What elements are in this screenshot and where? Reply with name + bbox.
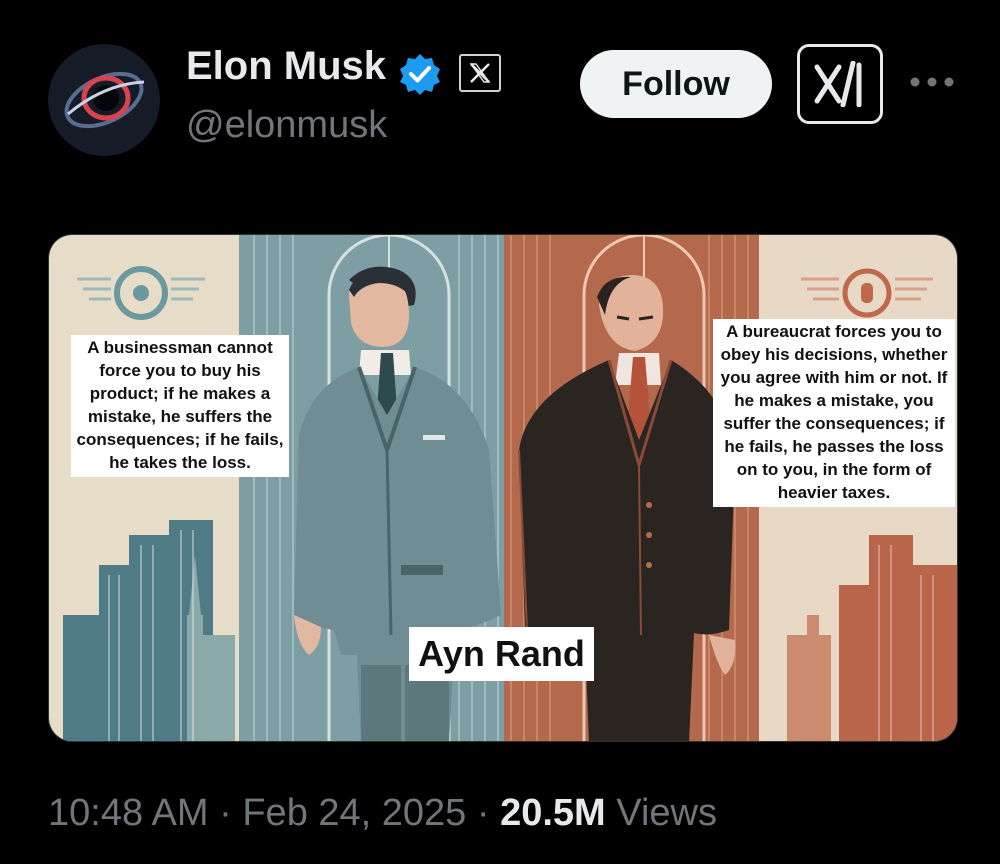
avatar[interactable]	[48, 44, 160, 156]
image-title-caption: Ayn Rand	[409, 627, 594, 681]
user-handle[interactable]: @elonmusk	[186, 104, 387, 147]
post-image[interactable]: A businessman cannot force you to buy hi…	[48, 234, 958, 742]
views-label[interactable]: Views	[616, 792, 717, 834]
post-metadata: 10:48 AM · Feb 24, 2025 · 20.5M Views	[48, 792, 717, 835]
right-quote-caption: A bureaucrat forces you to obey his deci…	[713, 319, 955, 507]
verified-badge-icon[interactable]	[398, 52, 442, 96]
views-count[interactable]: 20.5M	[500, 792, 606, 834]
more-options-icon	[910, 77, 954, 87]
separator: ·	[219, 792, 232, 834]
more-options-button[interactable]	[904, 62, 960, 102]
post-date[interactable]: Feb 24, 2025	[242, 792, 466, 834]
follow-button[interactable]: Follow	[580, 50, 772, 118]
grok-button[interactable]	[797, 44, 883, 124]
separator: ·	[476, 792, 490, 834]
x-logo-icon[interactable]	[459, 54, 501, 92]
left-quote-caption: A businessman cannot force you to buy hi…	[71, 335, 289, 477]
avatar-image	[48, 44, 160, 156]
display-name[interactable]: Elon Musk	[186, 44, 386, 89]
post-time[interactable]: 10:48 AM	[48, 792, 209, 834]
grok-icon	[814, 61, 862, 107]
